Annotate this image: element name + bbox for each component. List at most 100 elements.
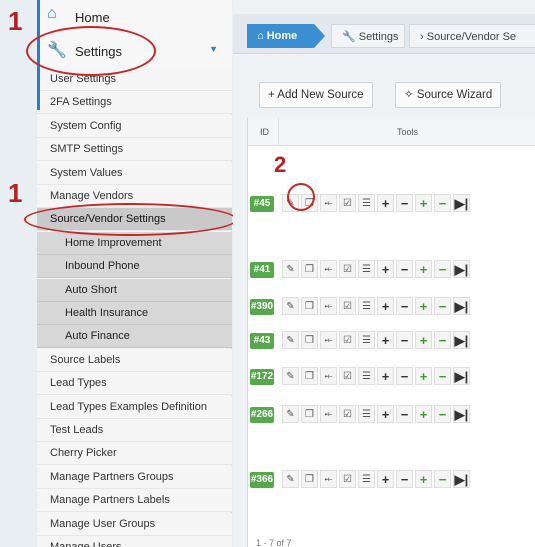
copy-icon[interactable]: ❐ <box>301 331 318 349</box>
sidebar-item-system-config[interactable]: System Config <box>37 114 232 138</box>
list-icon[interactable]: ☰ <box>358 260 375 278</box>
list-icon[interactable]: ☰ <box>358 297 375 315</box>
row-id-badge[interactable]: #390 <box>250 299 274 315</box>
checklist-icon[interactable]: ☑ <box>339 331 356 349</box>
sidebar-subitem-health-insurance[interactable]: Health Insurance <box>37 302 232 325</box>
plus-icon[interactable]: + <box>377 194 394 212</box>
sidebar-item-2fa-settings[interactable]: 2FA Settings <box>37 91 232 115</box>
plus-green-icon[interactable]: + <box>415 470 432 488</box>
edit-icon[interactable]: ✎ <box>282 260 299 278</box>
skip-end-icon[interactable]: ▶| <box>453 260 470 278</box>
minus-icon[interactable]: − <box>396 470 413 488</box>
skip-end-icon[interactable]: ▶| <box>453 331 470 349</box>
list-icon[interactable]: ☰ <box>358 367 375 385</box>
minus-green-icon[interactable]: − <box>434 331 451 349</box>
row-id-badge[interactable]: #41 <box>250 262 274 278</box>
row-tools: ✎ ❐ ⤝ ☑ ☰ + − + − ▶| <box>282 297 470 317</box>
gavel-icon[interactable]: ⤝ <box>320 405 337 423</box>
copy-icon[interactable]: ❐ <box>301 405 318 423</box>
gavel-icon[interactable]: ⤝ <box>320 331 337 349</box>
plus-green-icon[interactable]: + <box>415 367 432 385</box>
minus-green-icon[interactable]: − <box>434 470 451 488</box>
skip-end-icon[interactable]: ▶| <box>453 194 470 212</box>
list-icon[interactable]: ☰ <box>358 405 375 423</box>
checklist-icon[interactable]: ☑ <box>339 405 356 423</box>
plus-icon[interactable]: + <box>377 405 394 423</box>
gavel-icon[interactable]: ⤝ <box>320 367 337 385</box>
list-icon[interactable]: ☰ <box>358 331 375 349</box>
copy-icon[interactable]: ❐ <box>301 260 318 278</box>
sidebar-item-system-values[interactable]: System Values <box>37 161 232 185</box>
edit-icon[interactable]: ✎ <box>282 367 299 385</box>
sidebar-subitem-auto-short[interactable]: Auto Short <box>37 278 232 302</box>
minus-icon[interactable]: − <box>396 405 413 423</box>
checklist-icon[interactable]: ☑ <box>339 194 356 212</box>
sidebar-subitem-auto-finance[interactable]: Auto Finance <box>37 325 232 349</box>
edit-icon[interactable]: ✎ <box>282 470 299 488</box>
plus-icon[interactable]: + <box>377 367 394 385</box>
sidebar-item-test-leads[interactable]: Test Leads <box>37 419 232 442</box>
copy-icon[interactable]: ❐ <box>301 297 318 315</box>
gavel-icon[interactable]: ⤝ <box>320 260 337 278</box>
magic-wand-icon: ✧ <box>404 89 417 101</box>
minus-green-icon[interactable]: − <box>434 260 451 278</box>
gavel-icon[interactable]: ⤝ <box>320 297 337 315</box>
row-id-badge[interactable]: #43 <box>250 333 274 349</box>
skip-end-icon[interactable]: ▶| <box>453 470 470 488</box>
skip-end-icon[interactable]: ▶| <box>453 367 470 385</box>
sidebar-item-smtp-settings[interactable]: SMTP Settings <box>37 138 232 162</box>
list-icon[interactable]: ☰ <box>358 194 375 212</box>
minus-icon[interactable]: − <box>396 194 413 212</box>
minus-icon[interactable]: − <box>396 367 413 385</box>
sidebar-item-manage-users[interactable]: Manage Users <box>37 536 232 547</box>
list-icon[interactable]: ☰ <box>358 470 375 488</box>
minus-icon[interactable]: − <box>396 297 413 315</box>
gavel-icon[interactable]: ⤝ <box>320 194 337 212</box>
checklist-icon[interactable]: ☑ <box>339 470 356 488</box>
minus-icon[interactable]: − <box>396 260 413 278</box>
edit-icon[interactable]: ✎ <box>282 297 299 315</box>
edit-icon[interactable]: ✎ <box>282 331 299 349</box>
plus-green-icon[interactable]: + <box>415 297 432 315</box>
minus-icon[interactable]: − <box>396 331 413 349</box>
caret-down-icon: ▼ <box>209 44 218 54</box>
sidebar-item-cherry-picker[interactable]: Cherry Picker <box>37 442 232 466</box>
plus-icon[interactable]: + <box>377 297 394 315</box>
breadcrumb-home[interactable]: ⌂ Home <box>247 24 325 48</box>
plus-icon[interactable]: + <box>377 260 394 278</box>
sidebar-item-lead-types[interactable]: Lead Types <box>37 372 232 396</box>
breadcrumb-source-vendor[interactable]: › Source/Vendor Se <box>409 24 535 48</box>
edit-icon[interactable]: ✎ <box>282 405 299 423</box>
breadcrumb-settings[interactable]: 🔧 Settings <box>331 24 405 48</box>
sidebar-item-manage-partners-groups[interactable]: Manage Partners Groups <box>37 465 232 489</box>
copy-icon[interactable]: ❐ <box>301 470 318 488</box>
sidebar-item-source-labels[interactable]: Source Labels <box>37 348 232 372</box>
row-id-badge[interactable]: #172 <box>250 369 274 385</box>
plus-green-icon[interactable]: + <box>415 194 432 212</box>
copy-icon[interactable]: ❐ <box>301 367 318 385</box>
source-wizard-button[interactable]: ✧ Source Wizard <box>395 82 502 108</box>
checklist-icon[interactable]: ☑ <box>339 260 356 278</box>
minus-green-icon[interactable]: − <box>434 367 451 385</box>
row-id-badge[interactable]: #45 <box>250 196 274 212</box>
plus-green-icon[interactable]: + <box>415 260 432 278</box>
plus-icon[interactable]: + <box>377 470 394 488</box>
plus-green-icon[interactable]: + <box>415 331 432 349</box>
checklist-icon[interactable]: ☑ <box>339 367 356 385</box>
skip-end-icon[interactable]: ▶| <box>453 405 470 423</box>
sidebar-subitem-inbound-phone[interactable]: Inbound Phone <box>37 255 232 279</box>
minus-green-icon[interactable]: − <box>434 405 451 423</box>
minus-green-icon[interactable]: − <box>434 194 451 212</box>
plus-green-icon[interactable]: + <box>415 405 432 423</box>
row-id-badge[interactable]: #266 <box>250 407 274 423</box>
gavel-icon[interactable]: ⤝ <box>320 470 337 488</box>
sidebar-item-lead-types-examples-definition[interactable]: Lead Types Examples Definition <box>37 395 232 419</box>
skip-end-icon[interactable]: ▶| <box>453 297 470 315</box>
sidebar-item-manage-partners-labels[interactable]: Manage Partners Labels <box>37 489 232 513</box>
add-new-source-button[interactable]: + Add New Source <box>259 82 373 108</box>
sidebar-item-manage-user-groups[interactable]: Manage User Groups <box>37 512 232 536</box>
checklist-icon[interactable]: ☑ <box>339 297 356 315</box>
minus-green-icon[interactable]: − <box>434 297 451 315</box>
plus-icon[interactable]: + <box>377 331 394 349</box>
row-id-badge[interactable]: #366 <box>250 472 274 488</box>
